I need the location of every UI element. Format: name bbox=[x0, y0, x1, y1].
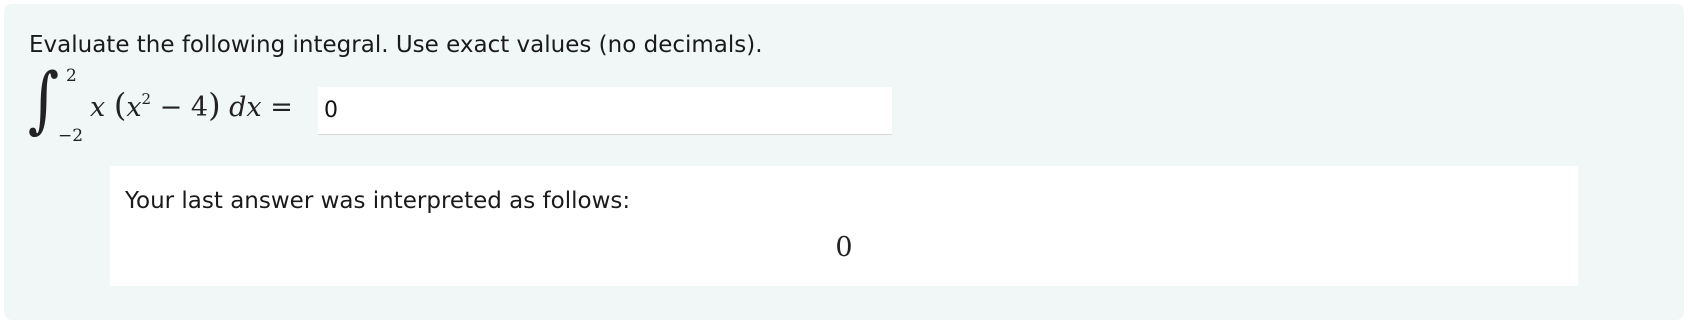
lower-limit: −2 bbox=[58, 126, 84, 146]
minus-four: − 4 bbox=[151, 92, 209, 123]
answer-input[interactable] bbox=[318, 87, 892, 135]
question-panel: Evaluate the following integral. Use exa… bbox=[4, 4, 1684, 320]
open-paren: ( bbox=[113, 86, 127, 124]
integral-sign: ∫ bbox=[28, 58, 60, 142]
feedback-label: Your last answer was interpreted as foll… bbox=[125, 188, 631, 214]
interpreted-value: 0 bbox=[835, 232, 853, 263]
integrand: x (x2 − 4) dx = bbox=[90, 86, 293, 124]
equals-sign: = bbox=[270, 92, 293, 123]
exponent: 2 bbox=[141, 90, 152, 108]
question-prompt: Evaluate the following integral. Use exa… bbox=[29, 32, 763, 58]
upper-limit: 2 bbox=[66, 66, 77, 86]
close-paren: ) bbox=[208, 86, 221, 124]
variable-x: x bbox=[90, 92, 106, 123]
differential: dx bbox=[229, 92, 262, 123]
feedback-box: Your last answer was interpreted as foll… bbox=[110, 166, 1578, 286]
inner-variable-x: x bbox=[126, 92, 142, 123]
